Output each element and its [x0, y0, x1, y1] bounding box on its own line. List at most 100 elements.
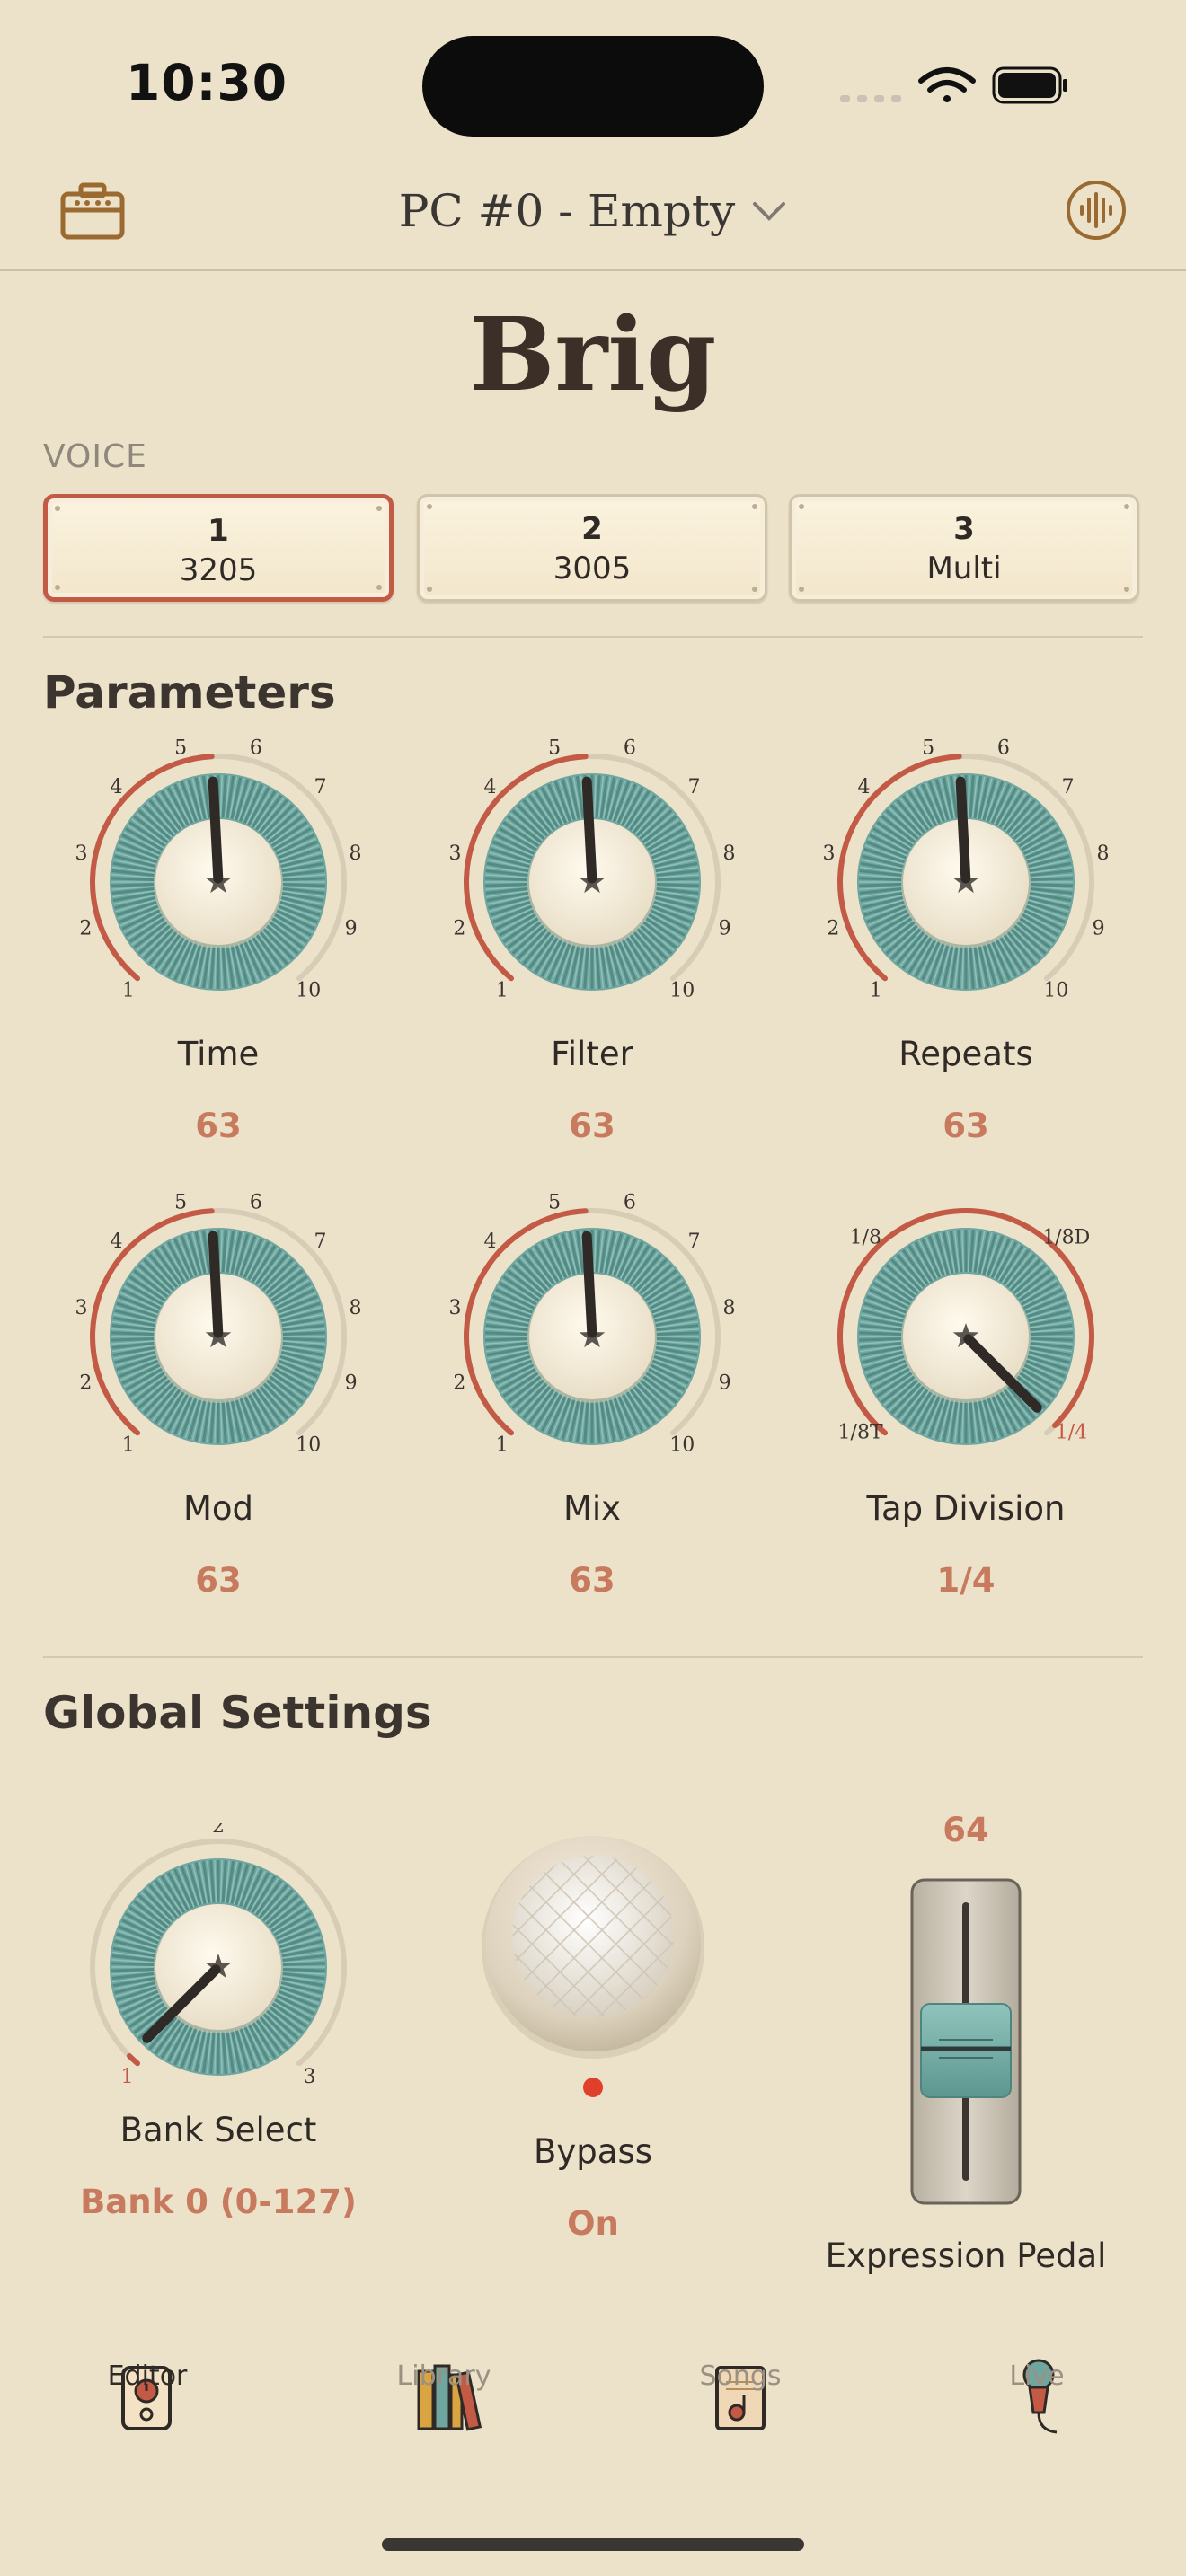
knob-value-mod: 63	[195, 1561, 242, 1600]
knob-scale-label: 6	[250, 1193, 262, 1214]
bank-select-knob[interactable]: 1 2 3	[75, 1823, 362, 2111]
amp-case-icon[interactable]	[59, 181, 126, 241]
knob-label-mix: Mix	[562, 1489, 622, 1528]
preset-title: PC #0 - Empty	[398, 185, 736, 237]
knob-scale-label: 2	[212, 1823, 225, 1838]
expression-pedal-slider[interactable]	[909, 1877, 1022, 2206]
voice-button-1[interactable]: 1 3205	[43, 494, 394, 602]
knob-label-time: Time	[177, 1035, 260, 1073]
knob-scale-label: 9	[345, 1372, 358, 1395]
knob-scale-label: 1/8T	[838, 1422, 883, 1444]
dynamic-island	[422, 36, 764, 137]
knob-value-arc	[127, 2052, 141, 2067]
chevron-down-icon	[753, 202, 786, 221]
knob-scale-label: 3	[75, 842, 88, 865]
knob-scale-label: 1	[496, 980, 509, 1002]
preset-selector[interactable]: PC #0 - Empty	[323, 180, 863, 243]
bypass-led	[583, 2078, 603, 2097]
bank-select-label: Bank Select	[119, 2111, 317, 2149]
knob-scale-label: 1/8	[850, 1226, 881, 1248]
filter-knob[interactable]: 1 2 3 4 5 6 7 8 9 10	[448, 738, 736, 1026]
voice-value: Multi	[926, 551, 1002, 587]
expression-label: Expression Pedal	[825, 2236, 1107, 2275]
knob-scale-label: 7	[687, 776, 700, 798]
voice-button-2[interactable]: 2 3005	[417, 494, 767, 602]
knob-scale-label: 1	[122, 980, 135, 1002]
tab-live[interactable]: Live	[929, 2360, 1145, 2392]
knob-scale-label: 6	[624, 1193, 636, 1214]
bypass-label: Bypass	[534, 2132, 652, 2171]
wifi-icon	[918, 67, 976, 102]
knob-label-filter: Filter	[551, 1035, 633, 1073]
knob-scale-label: 9	[1093, 918, 1105, 940]
expression-value: 64	[943, 1811, 989, 1849]
knob-scale-label: 8	[722, 842, 735, 865]
knob-scale-label: 4	[111, 776, 123, 798]
knob-scale-label: 6	[997, 738, 1010, 760]
tab-library[interactable]: Library	[336, 2360, 552, 2392]
knob-scale-label: 4	[484, 776, 497, 798]
battery-icon	[992, 66, 1067, 104]
knob-scale-label: 8	[349, 1297, 361, 1319]
global-settings-title: Global Settings	[43, 1687, 432, 1739]
knob-scale-label: 7	[1061, 776, 1074, 798]
knob-scale-label: 7	[687, 1231, 700, 1253]
bypass-footswitch[interactable]	[476, 1832, 710, 2102]
parameters-title: Parameters	[43, 666, 336, 719]
knob-scale-label: 10	[1043, 980, 1068, 1002]
mix-knob[interactable]: 1 2 3 4 5 6 7 8 9 10	[448, 1193, 736, 1480]
knob-scale-label: 6	[250, 738, 262, 760]
knob-scale-label: 8	[349, 842, 361, 865]
bypass-value: On	[567, 2204, 619, 2243]
home-indicator	[382, 2538, 804, 2551]
time-knob[interactable]: 1 2 3 4 5 6 7 8 9 10	[75, 738, 362, 1026]
repeats-knob[interactable]: 1 2 3 4 5 6 7 8 9 10	[822, 738, 1110, 1026]
knob-scale-label: 5	[548, 1193, 561, 1214]
voice-label: VOICE	[43, 438, 147, 475]
knob-pointer	[955, 776, 971, 884]
knob-value-repeats: 63	[943, 1107, 989, 1145]
voice-button-3[interactable]: 3 Multi	[789, 494, 1139, 602]
mod-knob[interactable]: 1 2 3 4 5 6 7 8 9 10	[75, 1193, 362, 1480]
status-time: 10:30	[126, 54, 288, 111]
knob-scale-label: 3	[304, 2066, 316, 2088]
knob-scale-label: 5	[548, 738, 561, 760]
knob-scale-label: 5	[922, 738, 934, 760]
knob-scale-label: 2	[827, 918, 839, 940]
voice-value: 3205	[179, 552, 258, 588]
knob-value-filter: 63	[569, 1107, 615, 1145]
tab-editor[interactable]: Editor	[40, 2360, 255, 2392]
knob-scale-label: 7	[314, 776, 326, 798]
knob-scale-label: 3	[75, 1297, 88, 1319]
knob-scale-label: 2	[79, 918, 92, 940]
knob-scale-label: 2	[453, 918, 465, 940]
divider	[43, 636, 1143, 638]
knob-scale-label: 9	[719, 918, 731, 940]
knob-label-repeats: Repeats	[898, 1035, 1033, 1073]
knob-scale-label: 4	[484, 1231, 497, 1253]
knob-scale-label: 2	[453, 1372, 465, 1395]
knob-value-mix: 63	[569, 1561, 615, 1600]
knob-scale-label: 1	[122, 1434, 135, 1457]
knob-scale-label: 5	[174, 738, 187, 760]
knob-scale-label: 3	[449, 1297, 462, 1319]
voice-number: 2	[581, 511, 603, 547]
knob-scale-label: 3	[823, 842, 836, 865]
knob-scale-label: 10	[669, 1434, 695, 1457]
knob-scale-label: 3	[449, 842, 462, 865]
knob-pointer	[581, 1231, 597, 1338]
waveform-icon[interactable]	[1066, 180, 1127, 241]
expression-pedal-handle	[920, 2003, 1012, 2098]
knob-pointer	[208, 1231, 224, 1338]
tap-division-knob[interactable]: 1/8T 1/8 1/8D 1/4	[822, 1193, 1110, 1480]
tab-songs[interactable]: Songs	[633, 2360, 848, 2392]
voice-number: 1	[208, 513, 229, 549]
signal-icon	[840, 95, 901, 102]
knob-scale-label: 9	[719, 1372, 731, 1395]
knob-label-tap-division: Tap Division	[866, 1489, 1066, 1528]
knob-scale-label: 8	[722, 1297, 735, 1319]
knob-scale-label: 8	[1096, 842, 1109, 865]
knob-value-tap-division: 1/4	[936, 1561, 996, 1600]
knob-value-time: 63	[195, 1107, 242, 1145]
knob-scale-label: 4	[111, 1231, 123, 1253]
